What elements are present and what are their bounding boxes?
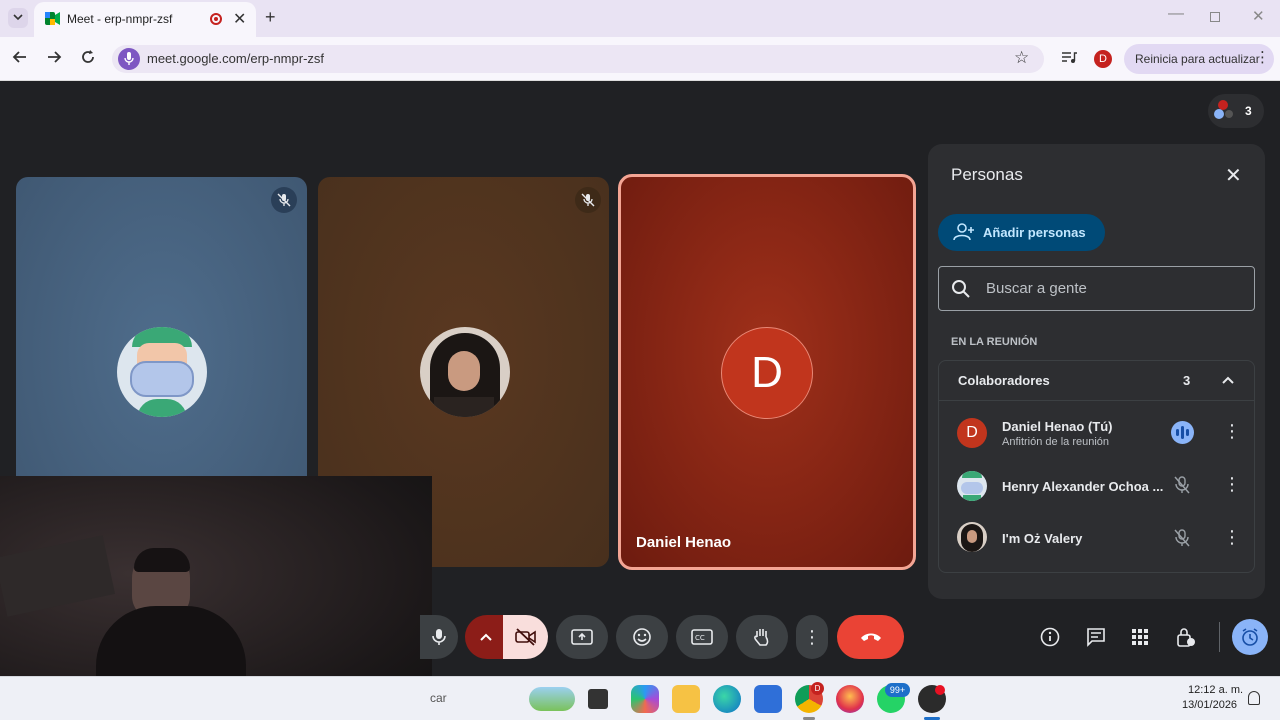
clock-time[interactable]: 12:12 a. m. — [1188, 684, 1243, 696]
maximize-icon[interactable] — [1210, 12, 1220, 22]
chevron-up-icon[interactable] — [1221, 375, 1235, 385]
search-highlight-icon[interactable] — [529, 687, 575, 711]
camera-off-button[interactable] — [503, 615, 548, 659]
member-avatar — [957, 471, 987, 501]
svg-text:CC: CC — [695, 634, 705, 642]
windows-taskbar: car D 99+ 12:12 a. m. 13/01/2026 — [0, 676, 1280, 720]
avatar-henry — [117, 327, 207, 417]
avatar-valery — [420, 327, 510, 417]
mic-off-icon — [1174, 529, 1190, 547]
add-people-button[interactable]: Añadir personas — [938, 214, 1105, 251]
notifications-icon[interactable] — [1248, 691, 1260, 705]
browser-menu-icon[interactable]: ⋮ — [1255, 49, 1270, 67]
mic-off-icon — [1174, 476, 1190, 494]
participant-row-valery[interactable]: I'm Oż Valery ⋮ — [938, 512, 1254, 564]
clock-date[interactable]: 13/01/2026 — [1182, 699, 1237, 711]
chat-icon[interactable] — [1076, 617, 1116, 657]
camera-options-button[interactable] — [465, 615, 507, 659]
raise-hand-button[interactable] — [736, 615, 788, 659]
group-label: Colaboradores — [958, 373, 1050, 388]
meeting-details-icon[interactable] — [1030, 617, 1070, 657]
bookmark-star-icon[interactable]: ☆ — [1014, 48, 1029, 68]
chrome-profile-badge: D — [811, 682, 824, 695]
file-explorer-icon[interactable] — [672, 685, 700, 713]
speaking-icon — [1171, 421, 1194, 444]
avatar-initial: D — [751, 348, 783, 397]
taskbar-search-text[interactable]: car — [430, 691, 447, 705]
address-bar[interactable]: meet.google.com/erp-nmpr-zsf ☆ — [112, 45, 1044, 73]
tab-strip: Meet - erp-nmpr-zsf ✕ + — ✕ — [0, 0, 1280, 37]
browser-tab[interactable]: Meet - erp-nmpr-zsf ✕ — [34, 2, 256, 37]
controls-divider — [1219, 622, 1220, 652]
panel-title: Personas — [951, 165, 1023, 184]
copilot-icon[interactable] — [631, 685, 659, 713]
section-label: EN LA REUNIÓN — [951, 336, 1038, 348]
mic-off-icon — [271, 187, 297, 213]
captions-button[interactable]: CC — [676, 615, 728, 659]
new-tab-icon[interactable]: + — [265, 7, 276, 28]
group-count: 3 — [1183, 373, 1191, 388]
obs-recording-dot — [935, 685, 945, 695]
member-avatar: D — [957, 418, 987, 448]
host-controls-icon[interactable] — [1166, 617, 1206, 657]
store-icon[interactable] — [754, 685, 782, 713]
close-window-icon[interactable]: ✕ — [1252, 7, 1265, 25]
emoji-reactions-button[interactable] — [616, 615, 668, 659]
member-subtitle: Anfitrión de la reunión — [1002, 436, 1110, 448]
participants-chip[interactable]: 3 — [1208, 94, 1264, 128]
task-view-icon[interactable] — [588, 689, 608, 709]
close-tab-icon[interactable]: ✕ — [233, 9, 246, 29]
avatar-daniel: D — [721, 327, 813, 419]
participant-tile-daniel[interactable]: D Daniel Henao — [618, 174, 916, 570]
url-text: meet.google.com/erp-nmpr-zsf — [147, 51, 325, 66]
minimize-icon[interactable]: — — [1168, 5, 1184, 23]
tab-title: Meet - erp-nmpr-zsf — [67, 12, 173, 26]
search-people-input[interactable]: Buscar a gente — [938, 266, 1255, 311]
member-name: Henry Alexander Ochoa ... — [1002, 479, 1164, 494]
mic-button[interactable] — [420, 615, 458, 659]
member-name: Daniel Henao (Tú) — [1002, 419, 1113, 434]
add-person-icon — [953, 223, 974, 241]
present-screen-button[interactable] — [556, 615, 608, 659]
participants-count: 3 — [1245, 104, 1252, 118]
tab-search-chevron-icon[interactable] — [8, 8, 28, 28]
add-people-label: Añadir personas — [983, 225, 1086, 240]
search-placeholder: Buscar a gente — [986, 280, 1087, 297]
member-name: I'm Oż Valery — [1002, 531, 1083, 546]
firefox-icon[interactable] — [836, 685, 864, 713]
participant-row-henry[interactable]: Henry Alexander Ochoa ... ⋮ — [938, 459, 1254, 511]
member-avatar — [957, 522, 987, 552]
recording-indicator-icon — [210, 13, 222, 25]
search-icon — [952, 280, 970, 298]
profile-avatar[interactable]: D — [1094, 50, 1112, 68]
participant-row-daniel[interactable]: D Daniel Henao (Tú) Anfitrión de la reun… — [938, 406, 1254, 458]
collaborators-header[interactable]: Colaboradores 3 — [939, 361, 1254, 401]
update-button[interactable]: Reinicia para actualizar ⋮ — [1124, 44, 1274, 74]
forward-icon[interactable] — [46, 49, 62, 70]
more-options-button[interactable]: ⋮ — [796, 615, 828, 659]
edge-icon[interactable] — [713, 685, 741, 713]
member-more-icon[interactable]: ⋮ — [1223, 474, 1241, 495]
member-more-icon[interactable]: ⋮ — [1223, 527, 1241, 548]
whatsapp-badge: 99+ — [885, 683, 910, 697]
leave-call-button[interactable] — [837, 615, 904, 659]
site-mic-icon[interactable] — [118, 48, 140, 70]
participants-avatars-icon — [1214, 100, 1234, 120]
clock-activity-button[interactable] — [1232, 619, 1268, 655]
activities-icon[interactable] — [1120, 617, 1160, 657]
meet-favicon-icon — [45, 12, 60, 25]
member-more-icon[interactable]: ⋮ — [1223, 421, 1241, 442]
mic-off-icon — [575, 187, 601, 213]
media-controls-icon[interactable] — [1061, 51, 1077, 70]
reload-icon[interactable] — [80, 49, 96, 70]
tile-name-label: Daniel Henao — [636, 534, 732, 551]
close-panel-icon[interactable]: ✕ — [1225, 163, 1242, 188]
back-icon[interactable] — [12, 49, 28, 70]
update-button-label: Reinicia para actualizar — [1135, 52, 1260, 66]
